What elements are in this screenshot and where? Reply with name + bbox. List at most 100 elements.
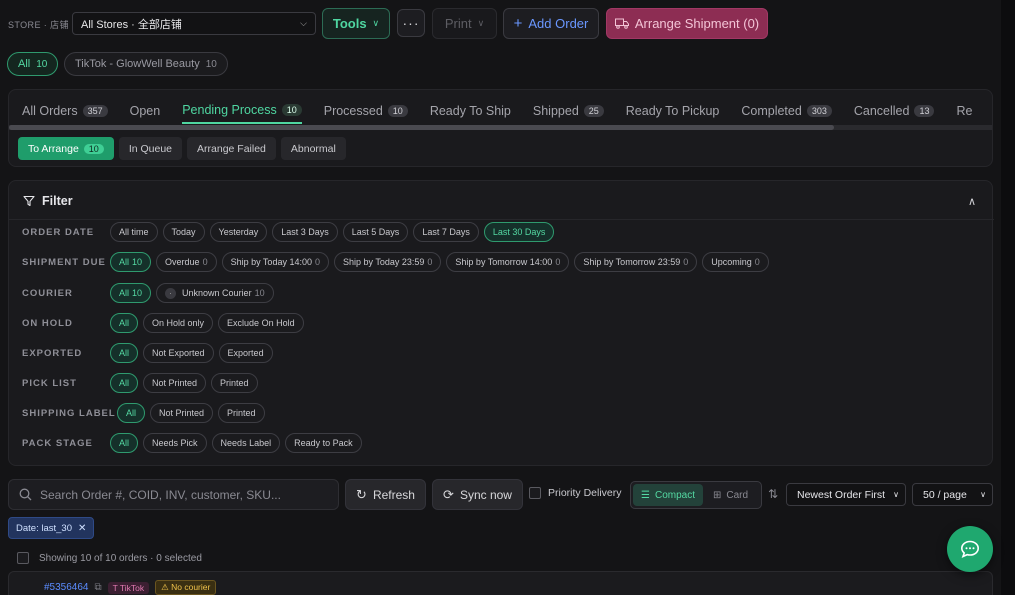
filter-chip[interactable]: Needs Label <box>211 433 281 453</box>
filter-chip[interactable]: Ship by Today 14:00 0 <box>221 252 329 272</box>
filter-chip[interactable]: Yesterday <box>209 222 268 242</box>
sync-now-button[interactable]: ⟳ Sync now <box>432 479 523 510</box>
filter-chip[interactable]: On Hold only <box>143 313 214 333</box>
chat-button[interactable] <box>947 526 993 572</box>
filter-header[interactable]: Filter <box>23 194 73 208</box>
tools-button-label: Tools <box>332 16 367 31</box>
filter-chip[interactable]: Ship by Today 23:59 0 <box>334 252 442 272</box>
filter-chip-label: Printed <box>220 378 249 388</box>
window-scrollbar[interactable] <box>1001 0 1015 595</box>
arrange-shipment-button[interactable]: Arrange Shipment (0) <box>606 8 768 39</box>
filter-chip[interactable]: All <box>110 373 139 393</box>
subtab-abnormal[interactable]: Abnormal <box>280 137 346 160</box>
tab-open[interactable]: Open <box>130 100 161 124</box>
filter-chip[interactable]: Exported <box>218 343 273 363</box>
print-button[interactable]: Print ∨ <box>432 8 497 39</box>
selection-summary: Showing 10 of 10 orders · 0 selected <box>17 552 202 564</box>
order-header: #5356464 ⧉ T TikTok ⚠ No courier <box>44 580 217 595</box>
sort-icon[interactable]: ⇅ <box>768 487 778 501</box>
store-pill-tiktok[interactable]: TikTok - GlowWell Beauty 10 <box>64 52 228 76</box>
filter-chip[interactable]: Not Exported <box>143 343 214 363</box>
view-card[interactable]: ⊞ Card <box>705 484 756 506</box>
select-all-checkbox[interactable] <box>17 552 29 564</box>
filter-chip[interactable]: Printed <box>211 373 258 393</box>
filter-chip[interactable]: Last 7 Days <box>413 222 479 242</box>
chevron-down-icon: ∨ <box>980 490 986 499</box>
filter-chip-label: Ship by Today 23:59 <box>343 257 425 267</box>
tab-all-orders[interactable]: All Orders 357 <box>22 100 108 124</box>
filter-chip-label: All <box>119 318 130 328</box>
subtab-to-arrange[interactable]: To Arrange 10 <box>18 137 114 160</box>
store-pill-label: TikTok - GlowWell Beauty <box>75 58 200 70</box>
tab-badge: 357 <box>82 105 108 117</box>
order-id-link[interactable]: #5356464 <box>44 582 89 593</box>
tab-ready-to-pickup[interactable]: Ready To Pickup <box>626 100 720 124</box>
search-box[interactable] <box>8 479 339 510</box>
page-size-select[interactable]: 50 / page ∨ <box>912 483 993 506</box>
tools-button[interactable]: Tools ∨ <box>322 8 390 39</box>
search-input[interactable] <box>40 487 320 502</box>
filter-chip[interactable]: Last 30 Days <box>483 222 555 242</box>
store-pill-all[interactable]: All 10 <box>7 52 59 76</box>
priority-delivery-checkbox[interactable] <box>529 487 541 499</box>
chevron-up-icon[interactable]: ∧ <box>968 195 976 208</box>
sort-select[interactable]: Newest Order First ∨ <box>786 483 906 506</box>
filter-chip[interactable]: · Unknown Courier 10 <box>156 283 274 303</box>
filter-chip[interactable]: Not Printed <box>150 403 214 423</box>
tiktok-icon: T <box>112 582 120 593</box>
filter-chip[interactable]: Printed <box>218 403 265 423</box>
tab-processed[interactable]: Processed 10 <box>324 100 408 124</box>
chevron-down-icon: ∨ <box>477 18 485 28</box>
filter-chip[interactable]: Overdue 0 <box>156 252 217 272</box>
store-pill-count: 10 <box>36 58 48 70</box>
copy-icon[interactable]: ⧉ <box>95 582 102 593</box>
filter-chip-label: All time <box>119 227 149 237</box>
filter-title: Filter <box>42 194 73 208</box>
filter-chip[interactable]: Exclude On Hold <box>218 313 304 333</box>
tab-pending-process[interactable]: Pending Process 10 <box>182 100 302 124</box>
filter-chip[interactable]: All <box>110 433 139 453</box>
tab-completed[interactable]: Completed 303 <box>741 100 832 124</box>
chevron-down-icon: ⌵ <box>300 18 307 28</box>
view-compact[interactable]: ☰ Compact <box>633 484 703 506</box>
sync-icon: ⟳ <box>443 486 454 502</box>
filter-chip-count: 0 <box>754 257 760 267</box>
filter-chip[interactable]: Not Printed <box>143 373 207 393</box>
filter-chip[interactable]: Ready to Pack <box>285 433 362 453</box>
priority-delivery-toggle[interactable]: Priority Delivery <box>529 487 622 499</box>
tab-shipped[interactable]: Shipped 25 <box>533 100 604 124</box>
filter-chip[interactable]: All <box>110 343 139 363</box>
filter-chip-label: Ship by Tomorrow 23:59 <box>583 257 681 267</box>
filter-chips: All Not Printed Printed <box>117 403 265 423</box>
filter-chip-label: Yesterday <box>218 227 259 237</box>
filter-chip[interactable]: Today <box>162 222 205 242</box>
filter-chip[interactable]: Last 5 Days <box>342 222 409 242</box>
filter-chip[interactable]: Needs Pick <box>143 433 207 453</box>
filter-chip[interactable]: All <box>110 313 139 333</box>
refresh-button[interactable]: ↻ Refresh <box>345 479 426 510</box>
filter-chip[interactable]: Ship by Tomorrow 14:00 0 <box>446 252 570 272</box>
filter-chip-label: Last 5 Days <box>351 227 400 237</box>
tab-ready-to-ship[interactable]: Ready To Ship <box>430 100 511 124</box>
more-button[interactable]: ··· <box>397 9 425 37</box>
tab-returns[interactable]: Re <box>956 100 972 124</box>
filter-chip-count: 0 <box>683 257 689 267</box>
add-order-button[interactable]: + Add Order <box>503 8 599 39</box>
filter-chip[interactable]: Last 3 Days <box>272 222 338 242</box>
subtab-in-queue[interactable]: In Queue <box>118 137 183 160</box>
filter-chip[interactable]: All <box>117 403 146 423</box>
tabs-scroll-thumb[interactable] <box>9 125 834 130</box>
filter-chip-label: Printed <box>227 408 256 418</box>
tab-cancelled[interactable]: Cancelled 13 <box>854 100 935 124</box>
subtab-arrange-failed[interactable]: Arrange Failed <box>187 137 276 160</box>
store-select[interactable]: All Stores · 全部店铺 ⌵ <box>72 12 316 35</box>
filter-chip-label: Last 7 Days <box>422 227 470 237</box>
filter-chip[interactable]: Upcoming 0 <box>702 252 769 272</box>
tab-label: Ready To Ship <box>429 104 511 118</box>
filter-chip[interactable]: Ship by Tomorrow 23:59 0 <box>574 252 698 272</box>
filter-chip[interactable]: All time <box>110 222 158 242</box>
close-icon[interactable]: ✕ <box>78 523 86 534</box>
filter-chip[interactable]: All 10 <box>110 252 152 272</box>
filter-chip[interactable]: All 10 <box>110 283 152 303</box>
plus-icon: + <box>513 15 523 32</box>
